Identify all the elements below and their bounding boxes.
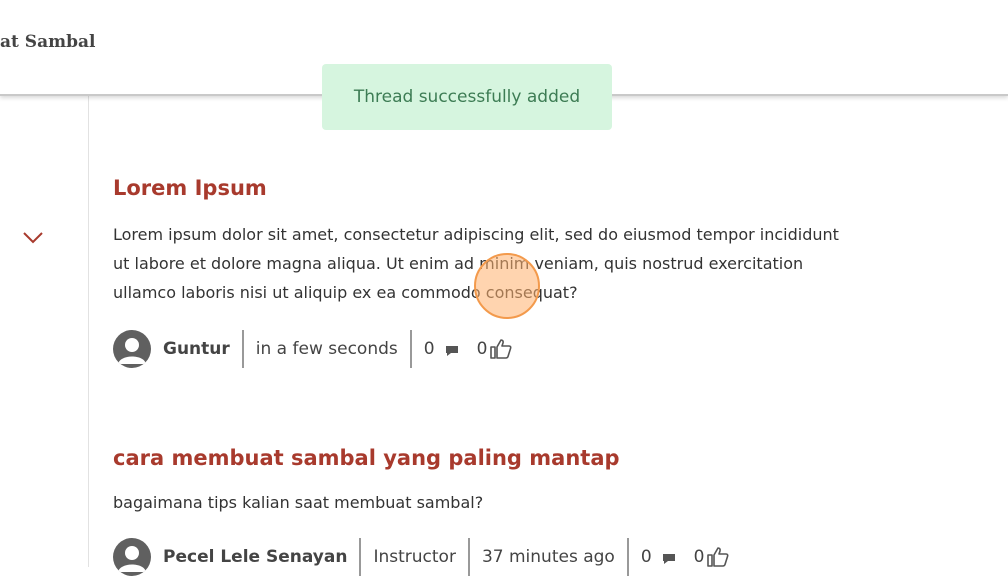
thumbs-up-icon[interactable] [489, 338, 513, 360]
thread-body: bagaimana tips kalian saat membuat samba… [113, 488, 913, 517]
thread-time: 37 minutes ago [481, 547, 615, 567]
thread-author[interactable]: Guntur [163, 339, 230, 359]
thread-title[interactable]: Lorem Ipsum [113, 176, 913, 200]
thread-title[interactable]: cara membuat sambal yang paling mantap [113, 446, 913, 470]
meta-divider [626, 538, 629, 576]
meta-divider [241, 330, 244, 368]
page-title: at Sambal [0, 32, 96, 52]
success-toast: Thread successfully added [322, 64, 612, 130]
thread-body-line: ut labore et dolore magna aliqua. Ut eni… [113, 254, 804, 273]
toast-message: Thread successfully added [353, 87, 581, 107]
like-count: 0 [476, 339, 488, 359]
comment-count: 0 [640, 547, 652, 567]
thread-meta: Guntur in a few seconds 0 0 [113, 329, 913, 369]
author-role: Instructor [373, 547, 456, 567]
thread-author[interactable]: Pecel Lele Senayan [163, 547, 347, 567]
meta-divider [359, 538, 362, 576]
thread-time: in a few seconds [255, 339, 398, 359]
like-count: 0 [693, 547, 705, 567]
comment-count: 0 [423, 339, 435, 359]
meta-divider [467, 538, 470, 576]
meta-divider [409, 330, 412, 368]
thread-body-line: Lorem ipsum dolor sit amet, consectetur … [113, 225, 839, 244]
thread-meta: Pecel Lele Senayan Instructor 37 minutes… [113, 537, 913, 577]
avatar [113, 538, 151, 576]
comment-icon [445, 346, 458, 356]
sidebar-divider [88, 96, 89, 567]
avatar [113, 330, 151, 368]
cursor-indicator [474, 253, 540, 319]
comment-icon [662, 554, 675, 564]
thread-body-line: bagaimana tips kalian saat membuat samba… [113, 493, 484, 512]
thumbs-up-icon[interactable] [706, 546, 730, 568]
thread-item: cara membuat sambal yang paling mantap b… [113, 446, 913, 577]
chevron-down-icon[interactable] [22, 228, 44, 246]
